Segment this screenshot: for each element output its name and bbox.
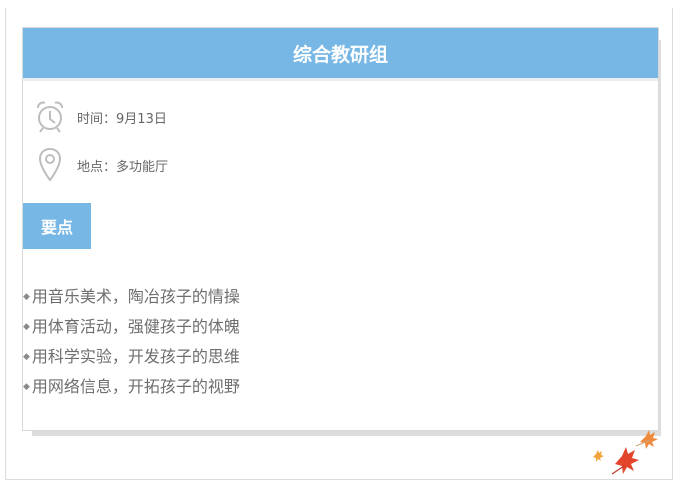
key-points-list: ◆ 用音乐美术，陶冶孩子的情操 ◆ 用体育活动，强健孩子的体魄 ◆ 用科学实验，开发孩… bbox=[23, 282, 240, 402]
time-row: 时间 9月13日 bbox=[33, 98, 167, 136]
location-pin-icon bbox=[33, 146, 67, 184]
list-item: ◆ 用体育活动，强健孩子的体魄 bbox=[23, 312, 240, 342]
diamond-bullet-icon: ◆ bbox=[23, 322, 30, 332]
location-row: 地点 多功能厅 bbox=[33, 146, 168, 184]
time-label: 时间 bbox=[77, 108, 116, 127]
diamond-bullet-icon: ◆ bbox=[23, 352, 30, 362]
list-item: ◆ 用网络信息，开拓孩子的视野 bbox=[23, 372, 240, 402]
diamond-bullet-icon: ◆ bbox=[23, 382, 30, 392]
location-value: 多功能厅 bbox=[116, 159, 169, 175]
time-value: 9月13日 bbox=[116, 111, 167, 127]
location-label: 地点 bbox=[77, 156, 116, 175]
list-item: ◆ 用音乐美术，陶冶孩子的情操 bbox=[23, 282, 240, 312]
header-divider bbox=[23, 78, 658, 81]
alarm-clock-icon bbox=[33, 98, 67, 136]
key-points-tag: 要点 bbox=[23, 203, 91, 249]
list-item: ◆ 用科学实验，开发孩子的思维 bbox=[23, 342, 240, 372]
maple-leaves-icon bbox=[588, 428, 668, 484]
diamond-bullet-icon: ◆ bbox=[23, 292, 30, 302]
card-title: 综合教研组 bbox=[23, 28, 658, 78]
info-card: 综合教研组 时间 9月13日 地点 多功能厅 要点 ◆用音乐美术，陶冶孩子的情操 bbox=[22, 27, 659, 431]
